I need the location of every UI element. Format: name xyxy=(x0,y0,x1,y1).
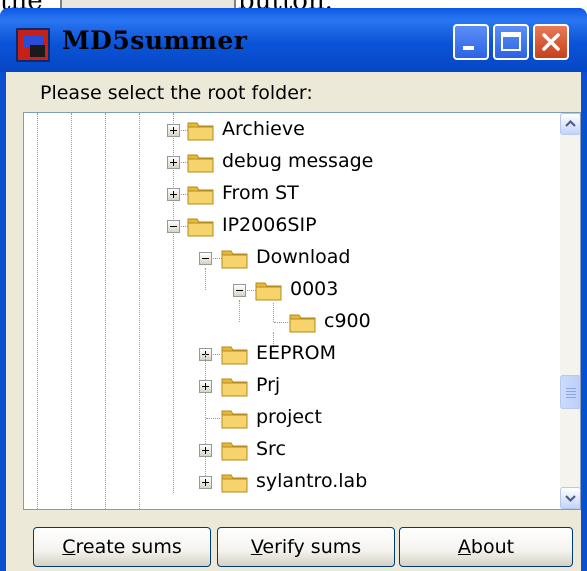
minimize-button[interactable] xyxy=(453,24,489,60)
chevron-up-icon xyxy=(565,119,576,127)
expand-plus-icon[interactable] xyxy=(167,188,180,201)
folder-icon xyxy=(187,122,214,141)
tree-guide-line xyxy=(37,113,38,509)
collapse-minus-icon[interactable] xyxy=(233,284,246,297)
folder-tree[interactable]: Archieve debug message From ST IP2006SIP… xyxy=(23,112,581,510)
button-bar: Create sums Verify sums About xyxy=(6,519,581,571)
folder-icon xyxy=(187,186,214,205)
tree-branch-line xyxy=(206,418,220,419)
tree-item-label[interactable]: Prj xyxy=(256,374,280,396)
expand-plus-icon[interactable] xyxy=(167,124,180,137)
verify-mnemonic: V xyxy=(250,536,263,558)
tree-branch-line xyxy=(173,113,174,493)
maximize-button[interactable] xyxy=(493,24,529,60)
tree-guide-line xyxy=(139,113,140,509)
expand-plus-icon[interactable] xyxy=(199,444,212,457)
scroll-up-button[interactable] xyxy=(560,113,580,135)
title-bar[interactable]: MD5summer xyxy=(0,8,587,72)
tree-item-label[interactable]: sylantro.lab xyxy=(256,470,367,492)
about-mnemonic: A xyxy=(457,536,471,558)
create-label-rest: reate sums xyxy=(75,536,182,558)
expand-plus-icon[interactable] xyxy=(199,476,212,489)
folder-icon xyxy=(187,218,214,237)
folder-icon xyxy=(187,154,214,173)
dialog-body: Please select the root folder: Archieve xyxy=(6,72,581,571)
folder-icon xyxy=(221,442,248,461)
tree-guide-line xyxy=(71,113,72,509)
tree-branch-line xyxy=(205,354,206,484)
tree-branch-line xyxy=(239,300,240,322)
collapse-minus-icon[interactable] xyxy=(167,220,180,233)
tree-item-label[interactable]: EEPROM xyxy=(256,342,336,364)
tree-item-label[interactable]: debug message xyxy=(222,150,373,172)
tree-item-label[interactable]: c900 xyxy=(324,310,371,332)
chevron-down-icon xyxy=(565,495,576,503)
select-folder-prompt: Please select the root folder: xyxy=(40,82,313,104)
tree-item-label[interactable]: project xyxy=(256,406,322,428)
folder-icon xyxy=(255,282,282,301)
expand-plus-icon[interactable] xyxy=(199,380,212,393)
tree-branch-line xyxy=(273,303,274,322)
tree-item-label[interactable]: Archieve xyxy=(222,118,305,140)
tree-item-label[interactable]: IP2006SIP xyxy=(222,214,317,236)
minimize-icon xyxy=(463,46,474,50)
create-sums-button[interactable]: Create sums xyxy=(33,527,211,567)
folder-icon xyxy=(221,410,248,429)
about-label-rest: bout xyxy=(470,536,515,558)
folder-icon xyxy=(221,378,248,397)
collapse-minus-icon[interactable] xyxy=(199,252,212,265)
folder-icon xyxy=(221,346,248,365)
expand-plus-icon[interactable] xyxy=(167,156,180,169)
verify-sums-button[interactable]: Verify sums xyxy=(217,527,395,567)
folder-icon xyxy=(221,474,248,493)
md5summer-window: MD5summer Please select the root folder: xyxy=(0,8,587,571)
tree-item-label[interactable]: 0003 xyxy=(290,278,338,300)
tree-branch-line xyxy=(205,268,206,290)
tree-guide-line xyxy=(105,113,106,509)
about-button[interactable]: About xyxy=(399,527,573,567)
tree-item-label[interactable]: From ST xyxy=(222,182,299,204)
tree-item-label[interactable]: Download xyxy=(256,246,350,268)
window-title: MD5summer xyxy=(62,26,248,55)
scroll-down-button[interactable] xyxy=(560,487,580,509)
create-mnemonic: C xyxy=(62,536,76,558)
folder-icon xyxy=(289,314,316,333)
close-button[interactable] xyxy=(533,24,569,60)
scroll-thumb[interactable] xyxy=(560,375,580,409)
maximize-icon xyxy=(501,32,521,51)
verify-label-rest: erify sums xyxy=(262,536,362,558)
tree-branch-line xyxy=(274,322,290,323)
app-icon xyxy=(16,28,50,62)
folder-icon xyxy=(221,250,248,269)
tree-item-label[interactable]: Src xyxy=(256,438,286,460)
vertical-scrollbar[interactable] xyxy=(560,113,580,509)
close-icon xyxy=(542,33,560,51)
